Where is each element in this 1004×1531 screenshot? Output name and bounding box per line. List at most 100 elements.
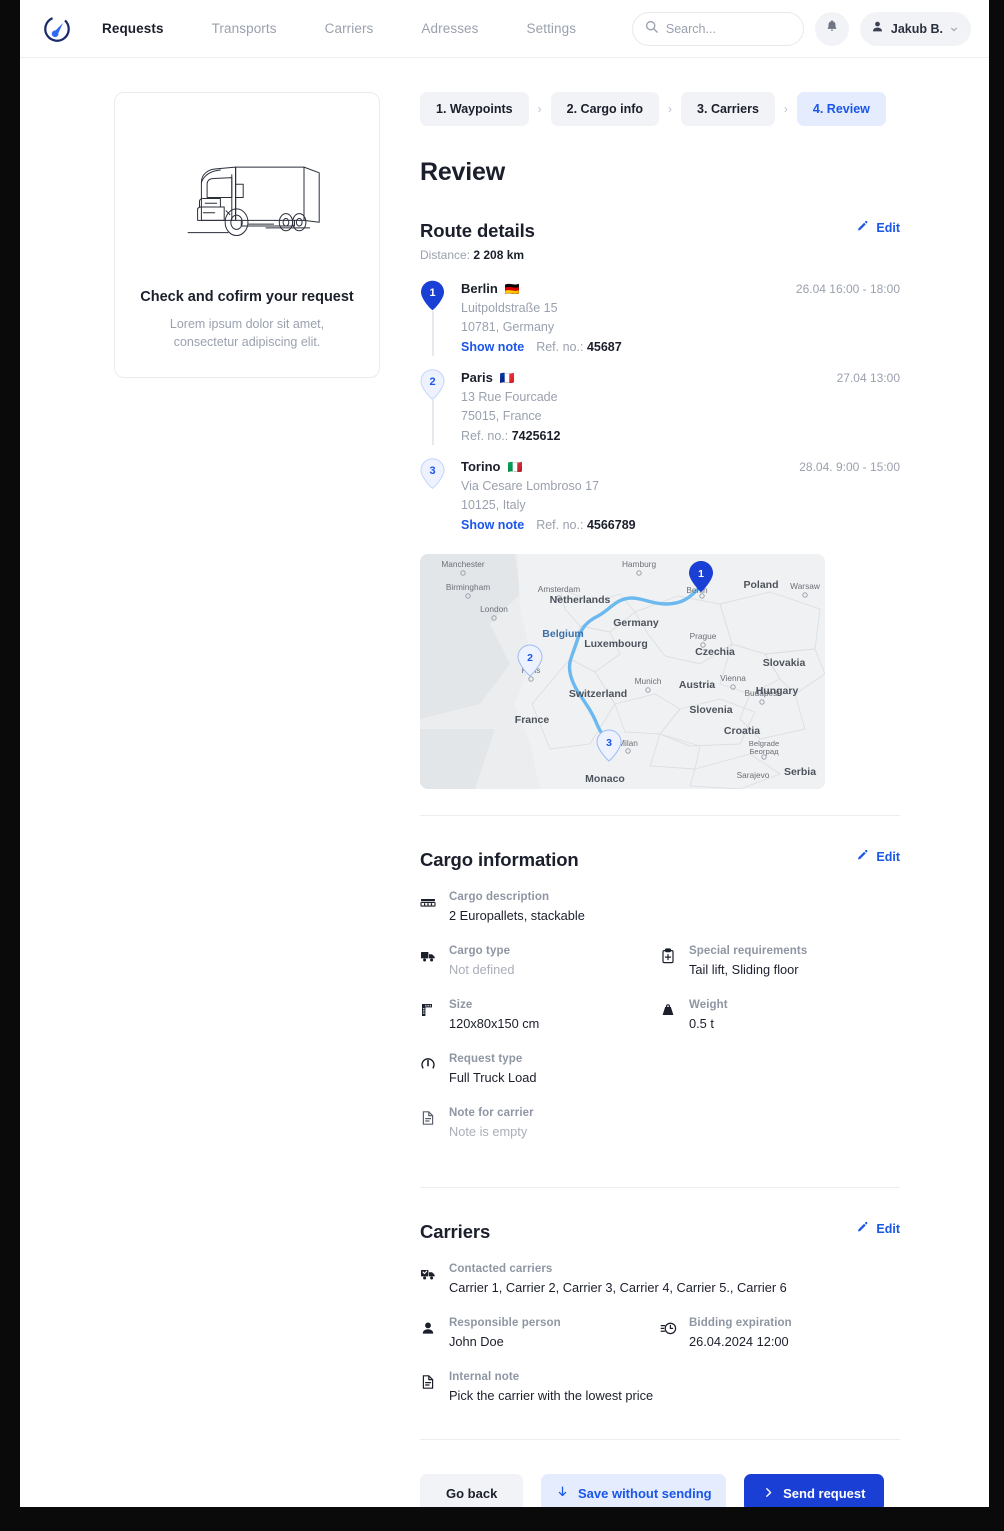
route-details-title: Route details xyxy=(420,220,535,241)
truck-check-icon xyxy=(420,1263,437,1295)
nav-item-requests[interactable]: Requests xyxy=(102,13,164,44)
show-note-link[interactable]: Show note xyxy=(461,518,524,532)
cargo-description-value: 2 Europallets, stackable xyxy=(449,908,585,923)
pencil-icon xyxy=(856,220,869,236)
save-without-sending-button[interactable]: Save without sending xyxy=(541,1474,727,1507)
svg-text:Belgium: Belgium xyxy=(542,628,583,640)
section-divider xyxy=(420,1187,900,1188)
special-requirements-field: Special requirements Tail lift, Sliding … xyxy=(660,945,900,977)
pallet-icon xyxy=(420,891,437,923)
person-icon xyxy=(420,1317,437,1349)
document-icon xyxy=(420,1107,437,1139)
svg-text:Monaco: Monaco xyxy=(585,773,625,785)
svg-text:Poland: Poland xyxy=(743,579,778,591)
notifications-button[interactable] xyxy=(814,11,849,46)
step-waypoints[interactable]: 1. Waypoints xyxy=(420,92,529,126)
waypoint-time: 27.04 13:00 xyxy=(836,371,900,385)
user-name: Jakub B. xyxy=(890,21,943,36)
waypoint-street: Via Cesare Lombroso 17 xyxy=(461,479,600,493)
cargo-title: Cargo information xyxy=(420,849,579,870)
svg-text:Београд: Београд xyxy=(749,747,779,756)
flag-icon-de: 🇩🇪 xyxy=(504,281,520,296)
step-carriers[interactable]: 3. Carriers xyxy=(681,92,775,126)
carriers-row-contacted: Contacted carriers Carrier 1, Carrier 2,… xyxy=(420,1263,900,1317)
svg-text:Serbia: Serbia xyxy=(784,766,816,778)
save-without-sending-label: Save without sending xyxy=(577,1485,712,1501)
user-icon xyxy=(871,20,884,38)
ref-label: Ref. no.: xyxy=(536,340,584,354)
waypoint-region: 10125, Italy xyxy=(461,498,526,512)
compass-logo-icon[interactable] xyxy=(40,12,74,46)
cargo-type-value: Not defined xyxy=(449,962,515,977)
distance-row: Distance: 2 208 km xyxy=(420,248,535,262)
svg-text:Prague: Prague xyxy=(690,631,717,641)
bidding-expiration-field: Bidding expiration 26.04.2024 12:00 xyxy=(660,1317,900,1349)
svg-text:France: France xyxy=(515,714,550,726)
edit-cargo-button[interactable]: Edit xyxy=(856,849,900,865)
left-column: Check and cofirm your request Lorem ipsu… xyxy=(20,92,420,1507)
ruler-icon xyxy=(420,999,437,1031)
go-back-button[interactable]: Go back xyxy=(420,1474,524,1507)
ref-label: Ref. no.: xyxy=(461,429,509,443)
gauge-icon xyxy=(420,1053,437,1085)
cargo-row-type: Cargo type Not defined Special requireme… xyxy=(420,945,900,999)
waypoint-region: 10781, Germany xyxy=(461,320,555,334)
responsible-person-label: Responsible person xyxy=(449,1317,561,1329)
page-body: Check and cofirm your request Lorem ipsu… xyxy=(20,58,989,1507)
waypoint-ref: Ref. no.: 4566789 xyxy=(536,518,635,532)
ref-label: Ref. no.: xyxy=(536,518,584,532)
svg-text:Munich: Munich xyxy=(635,676,662,686)
waypoint-pin-1: 1 xyxy=(420,280,445,311)
step-separator-icon: › xyxy=(668,102,673,116)
search-input[interactable] xyxy=(665,21,791,36)
step-cargo-info[interactable]: 2. Cargo info xyxy=(550,92,660,126)
svg-text:3: 3 xyxy=(606,737,612,749)
svg-text:2: 2 xyxy=(527,652,533,664)
cargo-type-field: Cargo type Not defined xyxy=(420,945,660,977)
svg-text:Slovakia: Slovakia xyxy=(763,657,806,669)
waypoint-city: Paris xyxy=(461,370,493,385)
request-type-label: Request type xyxy=(449,1053,523,1065)
svg-text:Sarajevo: Sarajevo xyxy=(737,770,770,780)
waypoint-item: 2 Paris 🇫🇷 13 Rue Fourcade 75015, France xyxy=(420,369,900,458)
nav-item-carriers[interactable]: Carriers xyxy=(325,13,374,44)
truck-line-art xyxy=(137,123,357,273)
waypoint-pin-2: 2 xyxy=(420,369,445,400)
waypoint-meta: Show note Ref. no.: 45687 xyxy=(461,340,796,354)
carriers-row-responsible: Responsible person John Doe Bidding expi… xyxy=(420,1317,900,1371)
responsible-person-value: John Doe xyxy=(449,1334,504,1349)
note-for-carrier-field: Note for carrier Note is empty xyxy=(420,1107,890,1139)
user-menu[interactable]: Jakub B. xyxy=(859,11,971,46)
edit-route-button[interactable]: Edit xyxy=(856,220,900,236)
svg-text:Czechia: Czechia xyxy=(695,646,735,658)
step-review[interactable]: 4. Review xyxy=(796,92,886,126)
cargo-header: Cargo information Edit xyxy=(420,849,900,871)
search-box[interactable] xyxy=(631,11,804,46)
waypoint-street: 13 Rue Fourcade xyxy=(461,390,558,404)
nav-item-transports[interactable]: Transports xyxy=(212,13,277,44)
carriers-row-internal-note: Internal note Pick the carrier with the … xyxy=(420,1371,900,1425)
promo-card: Check and cofirm your request Lorem ipsu… xyxy=(114,92,380,379)
svg-text:Vienna: Vienna xyxy=(720,673,746,683)
route-map[interactable]: Manchester Birmingham London Amsterdam H… xyxy=(420,554,825,789)
edit-carriers-button[interactable]: Edit xyxy=(856,1221,900,1237)
waypoint-pin-column: 1 xyxy=(420,280,461,356)
waypoint-city-row: Berlin 🇩🇪 xyxy=(461,281,796,296)
nav-item-settings[interactable]: Settings xyxy=(527,13,577,44)
step-separator-icon: › xyxy=(537,102,542,116)
waypoint-item: 1 Berlin 🇩🇪 Luitpoldstraße 15 10781, Ger… xyxy=(420,280,900,369)
carriers-header: Carriers Edit xyxy=(420,1221,900,1243)
nav-item-adresses[interactable]: Adresses xyxy=(421,13,478,44)
ref-value: 4566789 xyxy=(586,518,636,532)
top-navigation-bar: Requests Transports Carriers Adresses Se… xyxy=(20,0,989,58)
bidding-expiration-label: Bidding expiration xyxy=(689,1317,792,1329)
promo-subtitle: Lorem ipsum dolor sit amet, consectetur … xyxy=(169,317,325,350)
send-request-button[interactable]: Send request xyxy=(744,1474,885,1507)
size-field: Size 120x80x150 cm xyxy=(420,999,660,1031)
waypoint-meta: Show note Ref. no.: 4566789 xyxy=(461,518,799,532)
cargo-description-field: Cargo description 2 Europallets, stackab… xyxy=(420,891,890,923)
waypoint-number: 2 xyxy=(429,375,436,388)
show-note-link[interactable]: Show note xyxy=(461,340,524,354)
footer-divider xyxy=(420,1439,900,1440)
contacted-carriers-value: Carrier 1, Carrier 2, Carrier 3, Carrier… xyxy=(449,1280,787,1295)
